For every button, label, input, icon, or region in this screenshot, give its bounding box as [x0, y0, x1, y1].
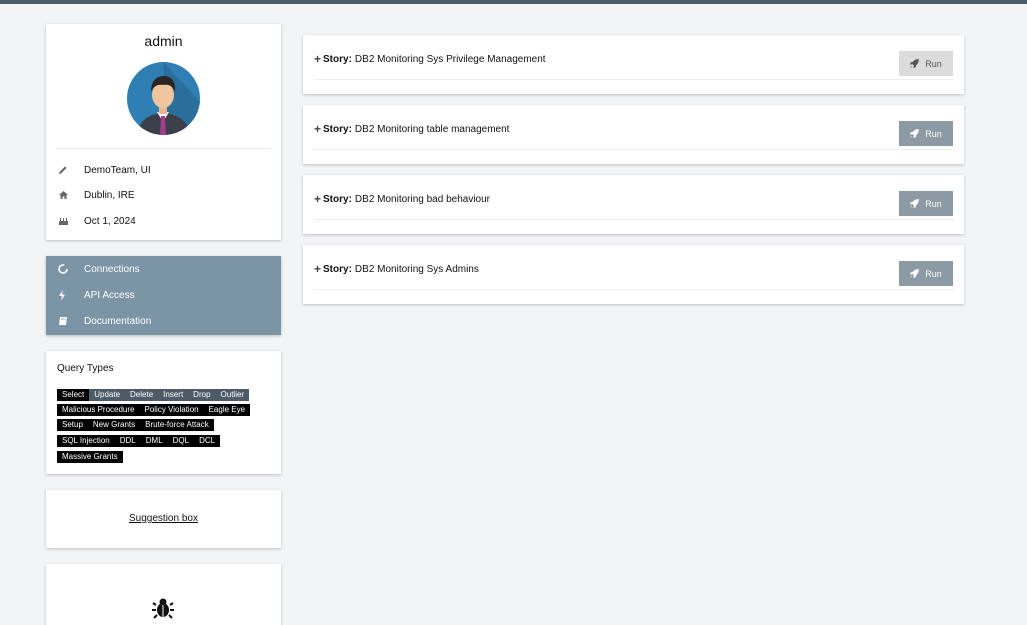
team-text: DemoTeam, UI [84, 164, 151, 176]
bolt-icon [58, 289, 84, 301]
run-label: Run [925, 128, 942, 139]
tag-brute-force-attack[interactable]: Brute-force Attack [140, 419, 214, 431]
tag-policy-violation[interactable]: Policy Violation [139, 404, 204, 416]
tag-new-grants[interactable]: New Grants [87, 419, 141, 431]
story-header[interactable]: + Story: DB2 Monitoring Sys Admins [314, 262, 479, 276]
tag-insert[interactable]: Insert [158, 389, 189, 401]
tag-row-4: SQL Injection DDL DML DQL DCL [57, 435, 221, 447]
nav-label-connections: Connections [84, 263, 140, 275]
run-button[interactable]: Run [899, 121, 953, 146]
tag-sql-injection[interactable]: SQL Injection [57, 435, 115, 447]
story-header[interactable]: + Story: DB2 Monitoring Sys Privilege Ma… [314, 52, 546, 66]
tag-update[interactable]: Update [89, 389, 126, 401]
story-divider [313, 79, 954, 80]
story-card: + Story: DB2 Monitoring Sys Admins Run [303, 245, 964, 304]
tag-row-5: Massive Grants [57, 451, 123, 463]
tag-setup[interactable]: Setup [57, 419, 88, 431]
tag-eagle-eye[interactable]: Eagle Eye [203, 404, 251, 416]
plus-icon: + [314, 192, 322, 206]
plus-icon: + [314, 52, 322, 66]
story-prefix: Story: [323, 53, 352, 65]
tag-dql[interactable]: DQL [167, 435, 195, 447]
run-button[interactable]: Run [899, 261, 953, 286]
date-text: Oct 1, 2024 [84, 215, 136, 227]
tag-select[interactable]: Select [57, 389, 90, 401]
rocket-icon [910, 269, 920, 278]
tag-delete[interactable]: Delete [125, 389, 159, 401]
story-title: DB2 Monitoring Sys Admins [354, 263, 479, 275]
nav-item-api-access[interactable]: API Access [58, 287, 135, 303]
profile-divider [56, 148, 271, 149]
run-label: Run [925, 268, 942, 279]
home-icon [58, 190, 84, 200]
pencil-icon [58, 165, 84, 175]
story-header[interactable]: + Story: DB2 Monitoring table management [314, 122, 509, 136]
story-divider [313, 289, 954, 290]
book-icon [58, 316, 84, 326]
run-button[interactable]: Run [899, 191, 953, 216]
tag-dml[interactable]: DML [140, 435, 168, 447]
rocket-icon [910, 199, 920, 208]
story-title: DB2 Monitoring bad behaviour [354, 193, 491, 205]
team-row: DemoTeam, UI [58, 162, 151, 178]
nav-label-api-access: API Access [84, 289, 135, 301]
suggestion-card: Suggestion box [46, 490, 281, 548]
location-text: Dublin, IRE [84, 189, 135, 201]
bug-icon[interactable] [151, 596, 175, 625]
top-bar [0, 0, 1027, 4]
story-divider [313, 219, 954, 220]
avatar [127, 62, 200, 135]
nav-item-documentation[interactable]: Documentation [58, 313, 151, 329]
story-card: + Story: DB2 Monitoring bad behaviour Ru… [303, 175, 964, 234]
tag-row-3: Setup New Grants Brute-force Attack [57, 419, 214, 431]
tag-row-2: Malicious Procedure Policy Violation Eag… [57, 404, 251, 416]
query-types-card: Query Types Select Update Delete Insert … [46, 351, 281, 474]
rocket-icon [910, 59, 920, 68]
tag-row-1: Select Update Delete Insert Drop Outlier [57, 389, 250, 401]
query-types-title: Query Types [57, 363, 114, 374]
profile-name: admin [144, 33, 183, 49]
tag-dcl[interactable]: DCL [194, 435, 221, 447]
story-card: + Story: DB2 Monitoring table management… [303, 105, 964, 164]
story-card: + Story: DB2 Monitoring Sys Privilege Ma… [303, 35, 964, 94]
birthday-cake-icon [58, 216, 84, 226]
story-prefix: Story: [323, 123, 352, 135]
nav-item-connections[interactable]: Connections [58, 261, 140, 277]
circle-notch-icon [58, 264, 84, 274]
rocket-icon [910, 129, 920, 138]
run-label: Run [925, 198, 942, 209]
suggestion-box-link[interactable]: Suggestion box [46, 513, 281, 524]
story-header[interactable]: + Story: DB2 Monitoring bad behaviour [314, 192, 490, 206]
date-row: Oct 1, 2024 [58, 213, 136, 229]
plus-icon: + [314, 262, 322, 276]
run-label: Run [925, 58, 942, 69]
story-title: DB2 Monitoring table management [354, 123, 510, 135]
bug-report-card[interactable] [46, 564, 281, 625]
side-nav: Connections API Access Documentation [46, 256, 281, 335]
nav-label-documentation: Documentation [84, 315, 152, 327]
tag-ddl[interactable]: DDL [114, 435, 141, 447]
plus-icon: + [314, 122, 322, 136]
story-divider [313, 149, 954, 150]
tag-outlier[interactable]: Outlier [215, 389, 250, 401]
run-button[interactable]: Run [899, 51, 953, 76]
tag-massive-grants[interactable]: Massive Grants [57, 451, 123, 463]
story-title: DB2 Monitoring Sys Privilege Management [354, 53, 546, 65]
tag-drop[interactable]: Drop [188, 389, 216, 401]
location-row: Dublin, IRE [58, 187, 135, 203]
tag-malicious-procedure[interactable]: Malicious Procedure [57, 404, 140, 416]
story-prefix: Story: [323, 193, 352, 205]
story-prefix: Story: [323, 263, 352, 275]
profile-card: admin DemoTeam, UI Dublin, IRE Oct 1, 20… [46, 24, 281, 240]
